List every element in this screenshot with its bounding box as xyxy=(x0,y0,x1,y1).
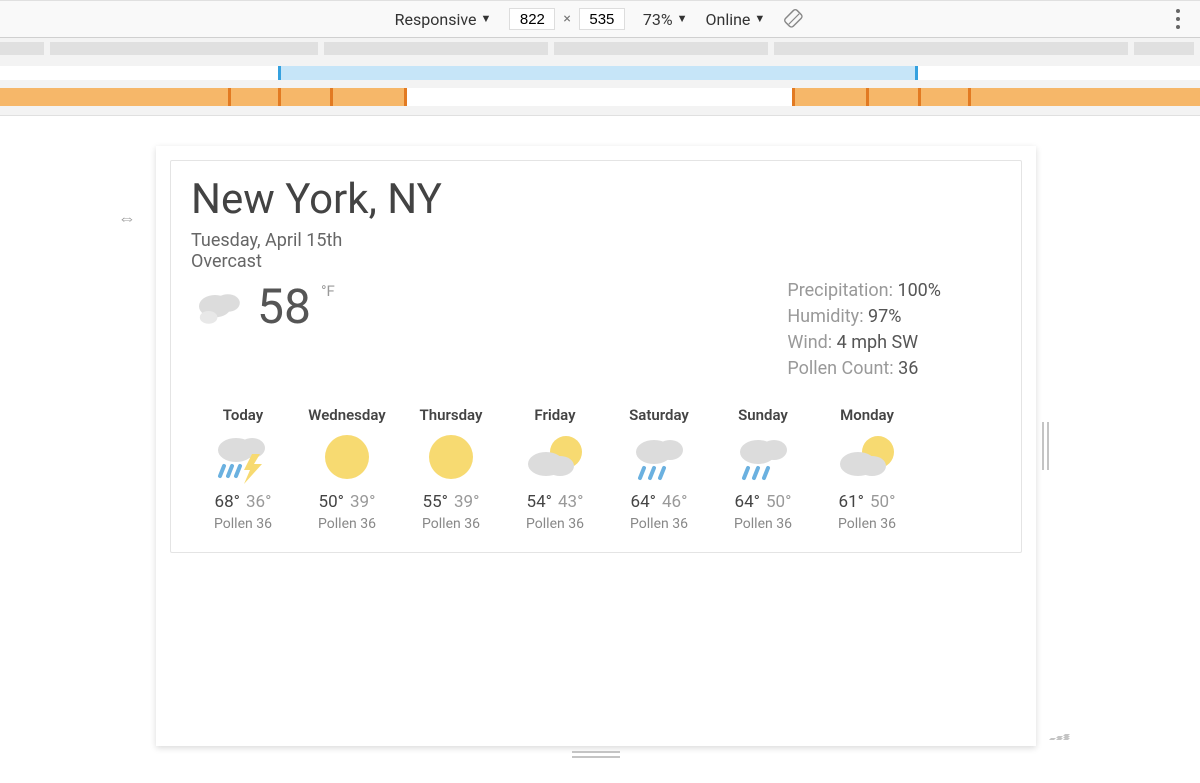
showers-icon xyxy=(624,430,694,484)
resize-handle-corner[interactable] xyxy=(1050,734,1069,740)
weather-details: Precipitation: 100% Humidity: 97% Wind: … xyxy=(787,278,1001,382)
forecast-day[interactable]: Monday 61° 50° Pollen 36 xyxy=(815,406,919,532)
overcast-icon xyxy=(191,284,247,330)
pollen-line: Pollen 36 xyxy=(399,516,503,532)
viewport-stage: ⇔ New York, NY Tuesday, April 15th Overc… xyxy=(0,116,1200,783)
emulated-viewport: New York, NY Tuesday, April 15th Overcas… xyxy=(156,146,1036,746)
day-temps: 54° 43° xyxy=(503,492,607,512)
low-temp: 43° xyxy=(558,492,583,512)
partly-icon xyxy=(832,430,902,484)
rotate-button[interactable] xyxy=(783,8,805,30)
pollen-value: 36 xyxy=(898,358,918,379)
dimensions-group: × xyxy=(509,8,624,30)
location-title: New York, NY xyxy=(191,175,1001,224)
high-temp: 55° xyxy=(423,492,448,512)
device-label: Responsive xyxy=(395,10,477,29)
wind-value: 4 mph SW xyxy=(837,332,919,353)
resize-handle-bottom[interactable] xyxy=(156,746,1036,762)
media-query-bar[interactable] xyxy=(0,38,1200,116)
more-options-button[interactable] xyxy=(1176,9,1180,29)
forecast-day[interactable]: Wednesday 50° 39° Pollen 36 xyxy=(295,406,399,532)
high-temp: 61° xyxy=(839,492,864,512)
low-temp: 36° xyxy=(246,492,271,512)
height-input[interactable] xyxy=(579,8,625,30)
current-temperature-block: 58 °F xyxy=(191,278,335,335)
condition-label: Overcast xyxy=(191,251,1001,272)
wind-label: Wind: xyxy=(787,332,832,353)
day-name: Thursday xyxy=(399,406,503,424)
low-temp: 39° xyxy=(350,492,375,512)
throttling-selector[interactable]: Online ▼ xyxy=(705,10,765,29)
max-width-queries xyxy=(0,66,1200,80)
weather-card: New York, NY Tuesday, April 15th Overcas… xyxy=(170,160,1022,553)
pollen-line: Pollen 36 xyxy=(607,516,711,532)
forecast-day[interactable]: Today 68° 36° Pollen 36 xyxy=(191,406,295,532)
forecast-row: Today 68° 36° Pollen 36 Wednesday 50° 39° Polle… xyxy=(191,406,1001,532)
partly-icon xyxy=(520,430,590,484)
high-temp: 64° xyxy=(735,492,760,512)
day-temps: 61° 50° xyxy=(815,492,919,512)
device-ruler xyxy=(0,38,1200,60)
current-conditions-row: 58 °F Precipitation: 100% Humidity: 97% … xyxy=(191,278,1001,382)
chevron-down-icon: ▼ xyxy=(481,12,492,25)
day-name: Sunday xyxy=(711,406,815,424)
day-name: Saturday xyxy=(607,406,711,424)
pollen-line: Pollen 36 xyxy=(503,516,607,532)
dimensions-separator: × xyxy=(563,11,570,27)
day-temps: 50° 39° xyxy=(295,492,399,512)
day-name: Wednesday xyxy=(295,406,399,424)
day-temps: 64° 46° xyxy=(607,492,711,512)
low-temp: 50° xyxy=(870,492,895,512)
chevron-down-icon: ▼ xyxy=(677,12,688,25)
high-temp: 68° xyxy=(215,492,240,512)
zoom-label: 73% xyxy=(643,10,673,29)
pollen-label: Pollen Count: xyxy=(787,358,893,379)
day-temps: 55° 39° xyxy=(399,492,503,512)
low-temp: 50° xyxy=(766,492,791,512)
pollen-line: Pollen 36 xyxy=(191,516,295,532)
day-temps: 64° 50° xyxy=(711,492,815,512)
day-name: Friday xyxy=(503,406,607,424)
low-temp: 46° xyxy=(662,492,687,512)
forecast-day[interactable]: Sunday 64° 50° Pollen 36 xyxy=(711,406,815,532)
humidity-label: Humidity: xyxy=(787,306,863,327)
resize-handle-left[interactable]: ⇔ xyxy=(118,208,136,229)
precip-label: Precipitation: xyxy=(787,280,893,301)
showers-icon xyxy=(728,430,798,484)
high-temp: 50° xyxy=(319,492,344,512)
temperature-unit: °F xyxy=(321,282,335,300)
day-name: Monday xyxy=(815,406,919,424)
pollen-line: Pollen 36 xyxy=(295,516,399,532)
zoom-selector[interactable]: 73% ▼ xyxy=(643,10,688,29)
network-label: Online xyxy=(705,10,750,29)
low-temp: 39° xyxy=(454,492,479,512)
pollen-line: Pollen 36 xyxy=(815,516,919,532)
chevron-down-icon: ▼ xyxy=(754,12,765,25)
min-width-queries xyxy=(0,88,1200,106)
resize-handle-right[interactable] xyxy=(1036,146,1054,746)
forecast-day[interactable]: Thursday 55° 39° Pollen 36 xyxy=(399,406,503,532)
sunny-icon xyxy=(416,430,486,484)
day-name: Today xyxy=(191,406,295,424)
pollen-line: Pollen 36 xyxy=(711,516,815,532)
high-temp: 64° xyxy=(631,492,656,512)
forecast-day[interactable]: Friday 54° 43° Pollen 36 xyxy=(503,406,607,532)
day-temps: 68° 36° xyxy=(191,492,295,512)
precip-value: 100% xyxy=(897,280,941,301)
device-selector[interactable]: Responsive ▼ xyxy=(395,10,492,29)
temperature-value: 58 xyxy=(257,278,311,335)
thunder-icon xyxy=(208,430,278,484)
date-label: Tuesday, April 15th xyxy=(191,230,1001,251)
humidity-value: 97% xyxy=(868,306,901,327)
sunny-icon xyxy=(312,430,382,484)
width-input[interactable] xyxy=(509,8,555,30)
device-toolbar: Responsive ▼ × 73% ▼ Online ▼ xyxy=(0,0,1200,38)
high-temp: 54° xyxy=(527,492,552,512)
forecast-day[interactable]: Saturday 64° 46° Pollen 36 xyxy=(607,406,711,532)
